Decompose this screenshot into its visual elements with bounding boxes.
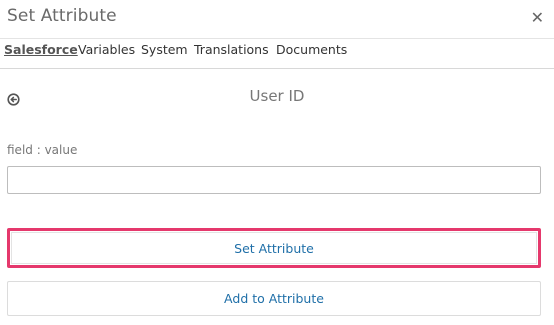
add-to-attribute-button[interactable]: Add to Attribute xyxy=(7,281,541,316)
tab-salesforce[interactable]: Salesforce xyxy=(4,42,78,57)
tab-bar: Salesforce Variables System Translations… xyxy=(0,38,554,69)
tab-variables[interactable]: Variables xyxy=(78,42,135,57)
tab-translations[interactable]: Translations xyxy=(194,42,269,57)
field-value-input[interactable] xyxy=(7,166,541,194)
tab-documents[interactable]: Documents xyxy=(276,42,347,57)
attribute-heading: User ID xyxy=(249,87,305,105)
dialog-header: Set Attribute ✕ xyxy=(0,0,554,39)
set-attribute-button[interactable]: Set Attribute xyxy=(7,228,541,268)
tab-system[interactable]: System xyxy=(141,42,188,57)
dialog-title: Set Attribute xyxy=(7,6,117,26)
close-icon[interactable]: ✕ xyxy=(531,8,544,27)
field-value-label: field : value xyxy=(7,143,78,157)
set-attribute-label: Set Attribute xyxy=(234,241,314,256)
